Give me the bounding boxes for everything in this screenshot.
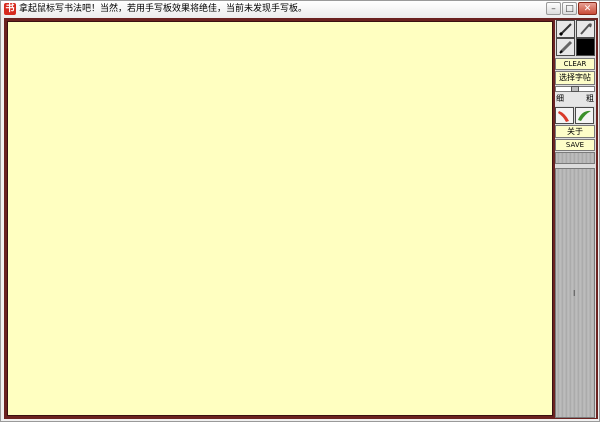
window-title: 拿起鼠标写书法吧！当然，若用手写板效果将绝佳，当前未发现手写板。 [19, 4, 308, 14]
close-button[interactable]: ✕ [578, 2, 597, 15]
green-brush-icon [578, 110, 591, 121]
title-bar[interactable]: 书 拿起鼠标写书法吧！当然，若用手写板效果将绝佳，当前未发现手写板。 – □ ✕ [1, 1, 599, 18]
minimize-button[interactable]: – [546, 2, 561, 15]
color-swatch[interactable] [576, 38, 595, 56]
writing-canvas[interactable] [7, 21, 553, 416]
maximize-button[interactable]: □ [562, 2, 577, 15]
copybook-scroll-panel[interactable]: I [555, 168, 595, 418]
save-button[interactable]: SAVE [555, 139, 595, 151]
thick-label: 粗 [586, 94, 594, 103]
size-labels: 细 粗 [555, 92, 595, 106]
red-brush-tool[interactable] [555, 107, 574, 124]
thin-label: 细 [556, 94, 564, 103]
clear-button[interactable]: CLEAR [555, 58, 595, 70]
hook-pen-tool[interactable] [576, 20, 595, 38]
red-brush-icon [558, 111, 569, 122]
app-window: 书 拿起鼠标写书法吧！当然，若用手写板效果将绝佳，当前未发现手写板。 – □ ✕ [0, 0, 600, 422]
pencil-icon [559, 40, 573, 54]
app-icon: 书 [4, 3, 16, 15]
brush-pen-tool[interactable] [556, 20, 575, 38]
tool-panel: CLEAR 选择字帖 细 粗 关于 SAVE I [555, 20, 596, 418]
pencil-tool[interactable] [556, 38, 575, 56]
about-button[interactable]: 关于 [555, 125, 595, 138]
hook-pen-icon [580, 23, 592, 35]
window-controls: – □ ✕ [545, 2, 597, 16]
select-copybook-button[interactable]: 选择字帖 [555, 71, 595, 85]
green-brush-tool[interactable] [575, 107, 594, 124]
scroll-marker: I [573, 289, 576, 298]
brush-icon [558, 23, 572, 37]
metal-divider [555, 152, 595, 164]
